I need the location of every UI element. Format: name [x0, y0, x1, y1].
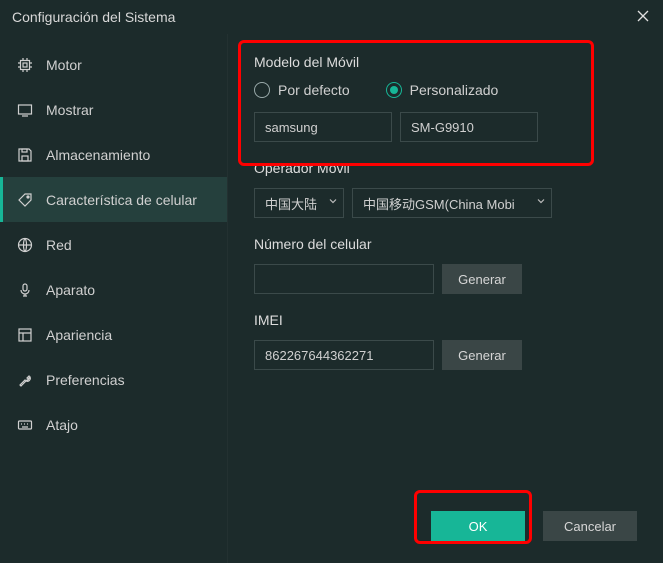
sidebar-item-motor[interactable]: Motor [0, 42, 227, 87]
generate-phone-button[interactable]: Generar [442, 264, 522, 294]
model-input[interactable] [400, 112, 538, 142]
save-icon [16, 146, 34, 164]
wrench-icon [16, 371, 34, 389]
footer-buttons: OK Cancelar [431, 511, 637, 541]
sidebar-item-label: Característica de celular [46, 192, 197, 208]
region-select-value: 中国大陆 [265, 194, 317, 213]
model-section-title: Modelo del Móvil [254, 54, 637, 70]
sidebar: Motor Mostrar Almacenamiento Característ… [0, 34, 228, 563]
sidebar-item-network[interactable]: Red [0, 222, 227, 267]
content-panel: Modelo del Móvil Por defecto Personaliza… [228, 34, 663, 563]
carrier-section-title: Operador Móvil [254, 160, 637, 176]
sidebar-item-preferences[interactable]: Preferencias [0, 357, 227, 402]
carrier-section: Operador Móvil 中国大陆 中国移动GSM(China Mobi [254, 160, 637, 218]
ok-button[interactable]: OK [431, 511, 525, 541]
phone-section: Número del celular Generar [254, 236, 637, 294]
radio-custom[interactable]: Personalizado [386, 82, 499, 98]
sidebar-item-label: Atajo [46, 417, 78, 433]
keyboard-icon [16, 416, 34, 434]
radio-default-label: Por defecto [278, 82, 350, 98]
carrier-select-value: 中国移动GSM(China Mobi [363, 194, 515, 213]
cpu-icon [16, 56, 34, 74]
close-icon[interactable] [633, 6, 653, 26]
titlebar: Configuración del Sistema [0, 0, 663, 34]
tag-icon [16, 191, 34, 209]
sidebar-item-label: Mostrar [46, 102, 93, 118]
radio-icon [254, 82, 270, 98]
window-title: Configuración del Sistema [12, 9, 175, 25]
display-icon [16, 101, 34, 119]
sidebar-item-label: Preferencias [46, 372, 125, 388]
sidebar-item-shortcut[interactable]: Atajo [0, 402, 227, 447]
sidebar-item-storage[interactable]: Almacenamiento [0, 132, 227, 177]
radio-custom-label: Personalizado [410, 82, 499, 98]
imei-input[interactable] [254, 340, 434, 370]
imei-section: IMEI Generar [254, 312, 637, 370]
sidebar-item-display[interactable]: Mostrar [0, 87, 227, 132]
layout-icon [16, 326, 34, 344]
sidebar-item-label: Apariencia [46, 327, 112, 343]
generate-imei-button[interactable]: Generar [442, 340, 522, 370]
phone-input[interactable] [254, 264, 434, 294]
sidebar-item-label: Aparato [46, 282, 95, 298]
sidebar-item-label: Red [46, 237, 72, 253]
carrier-select[interactable]: 中国移动GSM(China Mobi [352, 188, 552, 218]
model-section: Modelo del Móvil Por defecto Personaliza… [254, 54, 637, 142]
phone-section-title: Número del celular [254, 236, 637, 252]
brand-input[interactable] [254, 112, 392, 142]
sidebar-item-label: Motor [46, 57, 82, 73]
chevron-down-icon [537, 198, 545, 209]
radio-default[interactable]: Por defecto [254, 82, 350, 98]
sidebar-item-appearance[interactable]: Apariencia [0, 312, 227, 357]
sidebar-item-label: Almacenamiento [46, 147, 150, 163]
sidebar-item-device[interactable]: Aparato [0, 267, 227, 312]
imei-section-title: IMEI [254, 312, 637, 328]
microphone-icon [16, 281, 34, 299]
cancel-button[interactable]: Cancelar [543, 511, 637, 541]
chevron-down-icon [329, 198, 337, 209]
radio-icon [386, 82, 402, 98]
region-select[interactable]: 中国大陆 [254, 188, 344, 218]
sidebar-item-phone-feature[interactable]: Característica de celular [0, 177, 227, 222]
globe-icon [16, 236, 34, 254]
